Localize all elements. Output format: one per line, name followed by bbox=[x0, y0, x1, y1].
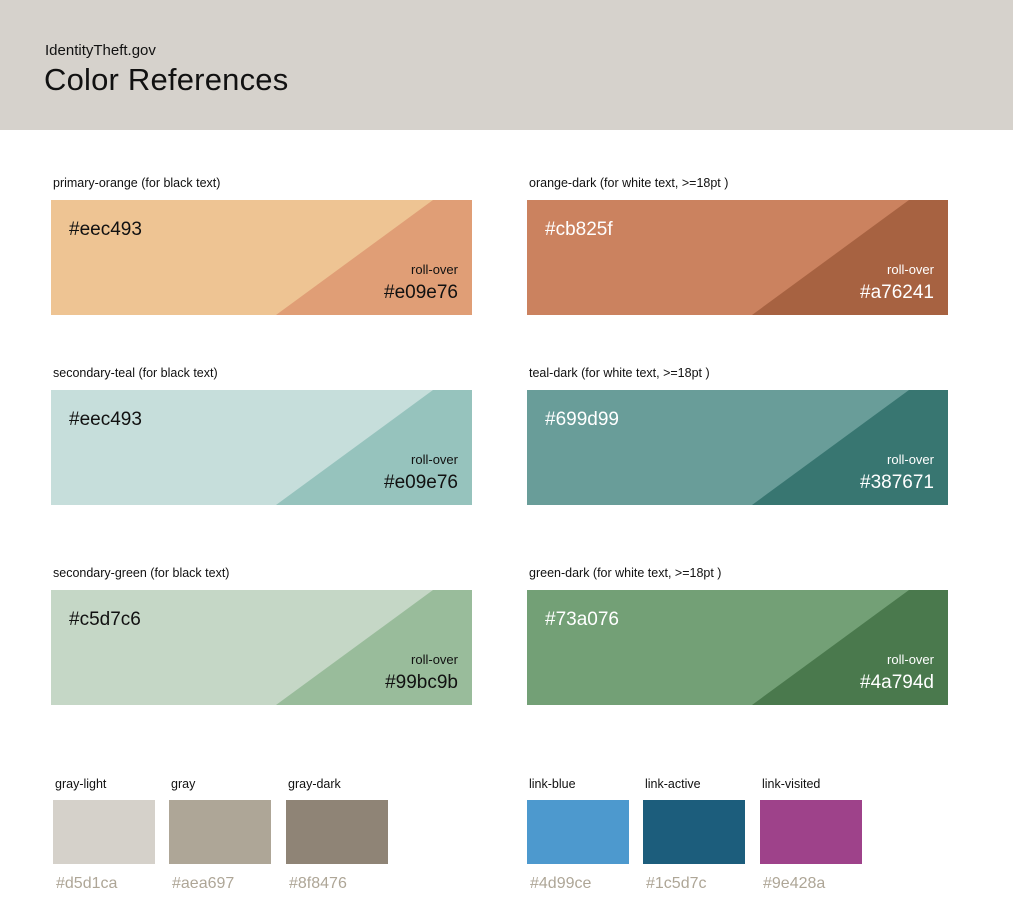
swatch-label: gray-light bbox=[55, 777, 107, 791]
swatch-hex: #73a076 bbox=[545, 609, 619, 630]
swatch-box: #eec493 roll-over #e09e76 bbox=[51, 200, 472, 315]
swatch-label: gray-dark bbox=[288, 777, 341, 791]
swatch-hex: #cb825f bbox=[545, 219, 613, 240]
rollover-hex: #e09e76 bbox=[384, 282, 458, 303]
rollover-label: roll-over bbox=[887, 452, 934, 467]
swatch-label: gray bbox=[171, 777, 196, 791]
swatch-label: secondary-green (for black text) bbox=[53, 566, 230, 580]
site-name: IdentityTheft.gov bbox=[45, 42, 156, 59]
swatch-box bbox=[527, 800, 629, 864]
rollover-label: roll-over bbox=[411, 652, 458, 667]
swatch-hex: #c5d7c6 bbox=[69, 609, 141, 630]
swatch-hex: #8f8476 bbox=[289, 875, 347, 892]
rollover-hex: #e09e76 bbox=[384, 472, 458, 493]
swatch-hex: #eec493 bbox=[69, 219, 142, 240]
rollover-label: roll-over bbox=[411, 452, 458, 467]
swatch-box: #eec493 roll-over #e09e76 bbox=[51, 390, 472, 505]
swatch-box: #cb825f roll-over #a76241 bbox=[527, 200, 948, 315]
rollover-hex: #387671 bbox=[860, 472, 934, 493]
swatch-label: green-dark (for white text, >=18pt ) bbox=[529, 566, 722, 580]
swatch-box: #699d99 roll-over #387671 bbox=[527, 390, 948, 505]
swatch-label: link-visited bbox=[762, 777, 821, 791]
swatch-hex: #1c5d7c bbox=[646, 875, 707, 892]
swatch-label: link-blue bbox=[529, 777, 576, 791]
swatch-box bbox=[286, 800, 388, 864]
page-header: IdentityTheft.gov Color References bbox=[0, 0, 1013, 130]
rollover-hex: #99bc9b bbox=[385, 672, 458, 693]
swatch-box bbox=[169, 800, 271, 864]
swatch-hex: #eec493 bbox=[69, 409, 142, 430]
swatch-label: orange-dark (for white text, >=18pt ) bbox=[529, 176, 729, 190]
swatch-box: #73a076 roll-over #4a794d bbox=[527, 590, 948, 705]
swatch-hex: #699d99 bbox=[545, 409, 619, 430]
page-title: Color References bbox=[44, 62, 289, 97]
swatch-label: primary-orange (for black text) bbox=[53, 176, 221, 190]
swatch-hex: #4d99ce bbox=[530, 875, 592, 892]
swatch-box bbox=[643, 800, 745, 864]
swatch-label: secondary-teal (for black text) bbox=[53, 366, 218, 380]
rollover-label: roll-over bbox=[887, 262, 934, 277]
swatch-box: #c5d7c6 roll-over #99bc9b bbox=[51, 590, 472, 705]
swatch-box bbox=[760, 800, 862, 864]
swatch-box bbox=[53, 800, 155, 864]
swatch-hex: #9e428a bbox=[763, 875, 826, 892]
rollover-hex: #4a794d bbox=[860, 672, 934, 693]
swatch-hex: #aea697 bbox=[172, 875, 235, 892]
swatch-label: link-active bbox=[645, 777, 701, 791]
swatch-hex: #d5d1ca bbox=[56, 875, 118, 892]
rollover-hex: #a76241 bbox=[860, 282, 934, 303]
rollover-label: roll-over bbox=[887, 652, 934, 667]
rollover-label: roll-over bbox=[411, 262, 458, 277]
swatch-label: teal-dark (for white text, >=18pt ) bbox=[529, 366, 710, 380]
